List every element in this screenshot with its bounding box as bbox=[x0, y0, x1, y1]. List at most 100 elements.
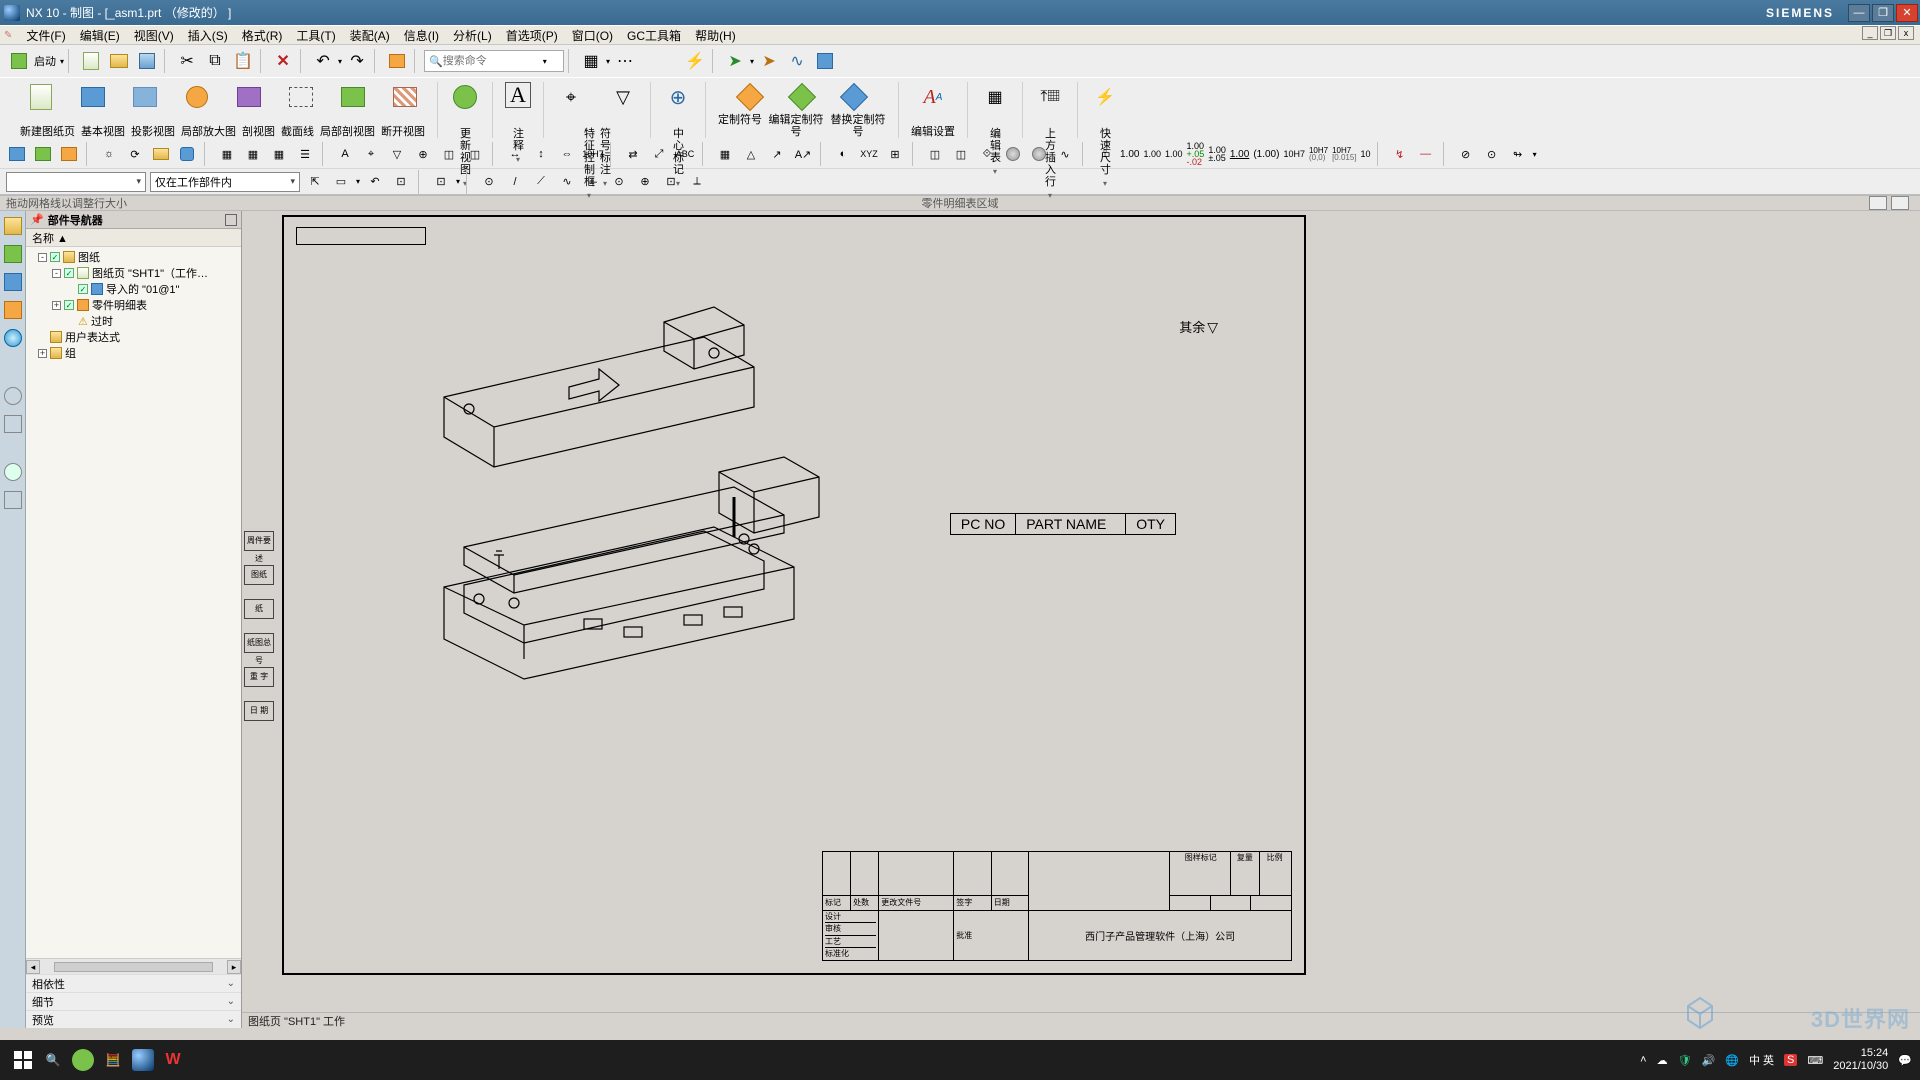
tree-row-drawings[interactable]: -✓图纸 bbox=[28, 249, 239, 265]
note-icon[interactable]: A bbox=[505, 82, 531, 108]
t3-ico-28[interactable]: ⊞ bbox=[884, 143, 906, 165]
menu-format[interactable]: 格式(R) bbox=[242, 27, 283, 44]
t3-ico-22[interactable]: ⤢ bbox=[648, 143, 670, 165]
t3-ico-21[interactable]: ⇄ bbox=[622, 143, 644, 165]
navigator-col-header[interactable]: 名称 ▲ bbox=[26, 229, 241, 247]
note-label[interactable]: 注释 bbox=[513, 128, 523, 138]
navtab-preview[interactable]: 预览⌄ bbox=[26, 1010, 241, 1028]
update-view-label[interactable]: 更新视图 bbox=[460, 128, 470, 138]
t3-ico-40[interactable]: ↬ bbox=[1507, 143, 1529, 165]
base-view-icon[interactable] bbox=[78, 82, 108, 112]
tray-ime[interactable]: 中 英 bbox=[1749, 1052, 1774, 1068]
tray-kb-icon[interactable]: ⌨ bbox=[1807, 1054, 1823, 1067]
menu-analysis[interactable]: 分析(L) bbox=[453, 27, 492, 44]
edit-table-icon[interactable]: ▦ bbox=[980, 82, 1010, 112]
t3-ico-10[interactable]: ▦ bbox=[268, 143, 290, 165]
menu-preferences[interactable]: 首选项(P) bbox=[506, 27, 558, 44]
t3-ico-18[interactable]: ↔ bbox=[504, 143, 526, 165]
t3-ico-39[interactable]: ⊙ bbox=[1481, 143, 1503, 165]
swap-custom-label[interactable]: 替换定制符号 bbox=[830, 114, 886, 138]
t3-ico-4[interactable]: ☼ bbox=[98, 143, 120, 165]
view-mode-1[interactable] bbox=[1869, 196, 1887, 210]
arrow1-drop[interactable]: ▾ bbox=[750, 57, 754, 66]
t3-num-7[interactable]: (1.00) bbox=[1253, 149, 1279, 160]
edit-settings-icon[interactable]: AA bbox=[918, 82, 948, 112]
menu-tools[interactable]: 工具(T) bbox=[296, 27, 335, 44]
navigator-push-icon[interactable]: 📌 bbox=[30, 213, 44, 226]
edit-table-label[interactable]: 编辑表 bbox=[990, 128, 1000, 138]
sel-ico-1[interactable]: ⇱ bbox=[304, 171, 326, 193]
t3-ico-7[interactable] bbox=[176, 143, 198, 165]
navtab-detail[interactable]: 细节⌄ bbox=[26, 992, 241, 1010]
cut-icon[interactable]: ✂ bbox=[174, 48, 200, 74]
t3-ico-20[interactable]: ⇔ bbox=[556, 143, 578, 165]
t3-ico-12[interactable]: A bbox=[334, 143, 356, 165]
navigator-tree[interactable]: -✓图纸 -✓图纸页 "SHT1"（工作… ✓导入的 "01@1" +✓零件明细… bbox=[26, 247, 241, 958]
t3-txt-ABC[interactable]: ABC bbox=[674, 143, 696, 165]
new-sheet-label[interactable]: 新建图纸页 bbox=[20, 126, 75, 138]
save-icon[interactable] bbox=[134, 48, 160, 74]
center-mark-label[interactable]: 中心标记 bbox=[673, 128, 683, 138]
res-const-icon[interactable] bbox=[4, 273, 22, 291]
t3-ico-37[interactable]: — bbox=[1415, 143, 1437, 165]
redo-icon[interactable]: ↷ bbox=[344, 48, 370, 74]
t3-ico-13[interactable]: ⌖ bbox=[360, 143, 382, 165]
tray-notif-icon[interactable]: 💬 bbox=[1898, 1054, 1912, 1067]
parts-list-table[interactable]: PC NO PART NAME OTY bbox=[950, 513, 1176, 535]
menu-view[interactable]: 视图(V) bbox=[134, 27, 174, 44]
t3-ico-8[interactable]: ▦ bbox=[216, 143, 238, 165]
section-view-label[interactable]: 剖视图 bbox=[242, 126, 275, 138]
undo-icon[interactable]: ↶ bbox=[310, 48, 336, 74]
t3-ico-32[interactable] bbox=[1002, 143, 1024, 165]
tray-clock[interactable]: 15:24 2021/10/30 bbox=[1833, 1047, 1888, 1073]
t3-ico-23[interactable]: ▦ bbox=[714, 143, 736, 165]
snap-8[interactable]: ⊡ bbox=[660, 171, 682, 193]
start-drop-icon[interactable]: ▾ bbox=[60, 57, 64, 66]
menu-insert[interactable]: 插入(S) bbox=[188, 27, 228, 44]
mdi-max[interactable]: ❐ bbox=[1880, 26, 1896, 40]
close-button[interactable]: ✕ bbox=[1896, 4, 1918, 22]
snap-1[interactable]: ⊙ bbox=[478, 171, 500, 193]
t3-num-8[interactable]: 10H7 bbox=[1283, 149, 1305, 159]
t3-ico-5[interactable]: ⟳ bbox=[124, 143, 146, 165]
edit-custom-icon[interactable] bbox=[787, 82, 817, 112]
snap-4[interactable]: ∿ bbox=[556, 171, 578, 193]
t3-ico-2[interactable] bbox=[32, 143, 54, 165]
undo-drop[interactable]: ▾ bbox=[338, 57, 342, 66]
t3-drop[interactable]: ▾ bbox=[1533, 150, 1537, 159]
base-view-label[interactable]: 基本视图 bbox=[81, 126, 125, 138]
menu-assembly[interactable]: 装配(A) bbox=[350, 27, 390, 44]
detail-view-label[interactable]: 局部放大图 bbox=[181, 126, 236, 138]
local-section-label[interactable]: 局部剖视图 bbox=[320, 126, 375, 138]
new-sheet-icon[interactable] bbox=[26, 82, 56, 112]
t3-num-9[interactable]: 10H7(0,0) bbox=[1309, 147, 1328, 161]
res-hist-icon[interactable] bbox=[4, 387, 22, 405]
delete-icon[interactable]: ✕ bbox=[270, 48, 296, 74]
wave-icon[interactable]: ∿ bbox=[784, 48, 810, 74]
res-nav-icon[interactable] bbox=[4, 217, 22, 235]
break-view-icon[interactable] bbox=[390, 82, 420, 112]
res-role-icon[interactable] bbox=[4, 415, 22, 433]
drawing-sheet[interactable]: 其余 bbox=[282, 215, 1306, 975]
feature-frame-label[interactable]: 特征控制框 bbox=[584, 128, 594, 138]
t3-ico-25[interactable]: ↗ bbox=[766, 143, 788, 165]
menu-edit[interactable]: 编辑(E) bbox=[80, 27, 120, 44]
t3-num-2[interactable]: 1.00 bbox=[1143, 150, 1161, 158]
copy-icon[interactable]: ⧉ bbox=[202, 48, 228, 74]
snap-7[interactable]: ⊕ bbox=[634, 171, 656, 193]
t3-num-11[interactable]: 10 bbox=[1361, 149, 1371, 159]
tree-row-stale[interactable]: ⚠过时 bbox=[28, 313, 239, 329]
tray-net-icon[interactable]: 🌐 bbox=[1725, 1054, 1739, 1067]
tree-row-imported[interactable]: ✓导入的 "01@1" bbox=[28, 281, 239, 297]
menu-window[interactable]: 窗口(O) bbox=[572, 27, 613, 44]
windows-taskbar[interactable]: 🔍 🧮 W ˄ ☁ 🛡 🔊 🌐 中 英 S ⌨ 15:24 2021/10/30… bbox=[0, 1040, 1920, 1080]
minimize-button[interactable]: — bbox=[1848, 4, 1870, 22]
t3-txt-xyz[interactable]: XYZ bbox=[858, 143, 880, 165]
menu-info[interactable]: 信息(I) bbox=[404, 27, 439, 44]
t3-ico-35[interactable]: ⟟ bbox=[1094, 143, 1116, 165]
arrow1-icon[interactable]: ➤ bbox=[722, 48, 748, 74]
local-section-icon[interactable] bbox=[338, 82, 368, 112]
t3-ico-29[interactable]: ◫ bbox=[924, 143, 946, 165]
custom-sym-icon[interactable] bbox=[735, 82, 765, 112]
layers-icon[interactable] bbox=[384, 48, 410, 74]
